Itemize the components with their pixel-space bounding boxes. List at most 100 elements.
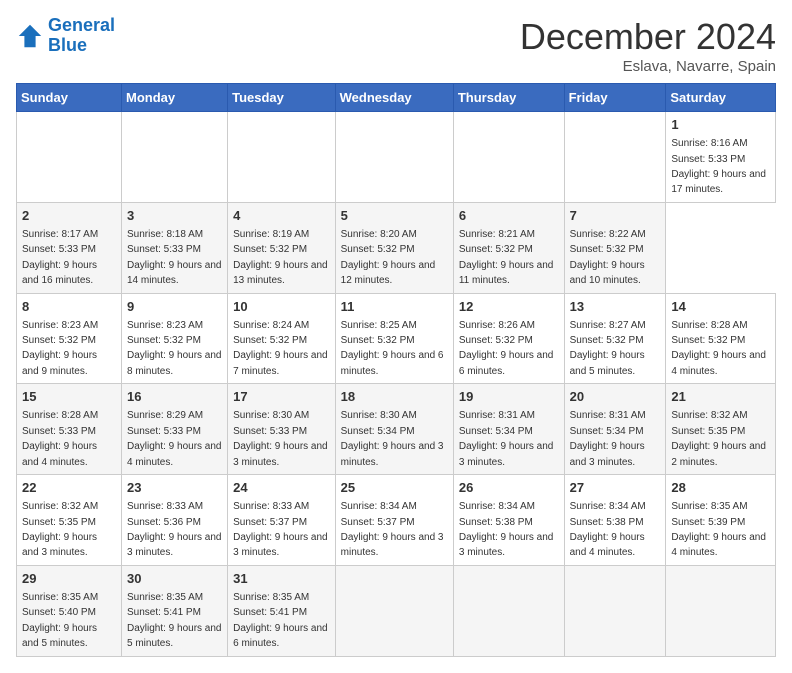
calendar-day-cell: 7Sunrise: 8:22 AMSunset: 5:32 PMDaylight…: [564, 202, 666, 293]
calendar-week-row: 8 Sunrise: 8:23 AMSunset: 5:32 PMDaylight…: [17, 293, 776, 384]
day-info: Sunrise: 8:35 AMSunset: 5:40 PMDaylight:…: [22, 592, 98, 649]
calendar-day-cell: 2Sunrise: 8:17 AMSunset: 5:33 PMDaylight…: [17, 202, 122, 293]
col-thursday: Thursday: [453, 84, 564, 112]
day-number: 13: [570, 298, 661, 316]
day-number: 12: [459, 298, 559, 316]
day-number: 15: [22, 388, 116, 406]
day-info: Sunrise: 8:30 AMSunset: 5:33 PMDaylight:…: [233, 410, 328, 467]
day-info: Sunrise: 8:34 AMSunset: 5:38 PMDaylight:…: [459, 501, 554, 558]
calendar-day-cell: [335, 565, 453, 656]
calendar-day-cell: [228, 112, 336, 203]
day-info: Sunrise: 8:33 AMSunset: 5:36 PMDaylight:…: [127, 501, 222, 558]
logo: General Blue: [16, 16, 115, 56]
col-sunday: Sunday: [17, 84, 122, 112]
calendar-day-cell: 30Sunrise: 8:35 AMSunset: 5:41 PMDayligh…: [121, 565, 227, 656]
day-number: 24: [233, 479, 330, 497]
day-number: 6: [459, 207, 559, 225]
calendar-day-cell: 19Sunrise: 8:31 AMSunset: 5:34 PMDayligh…: [453, 384, 564, 475]
day-info: Sunrise: 8:28 AMSunset: 5:32 PMDaylight:…: [671, 320, 766, 377]
calendar-week-row: 2Sunrise: 8:17 AMSunset: 5:33 PMDaylight…: [17, 202, 776, 293]
day-info: Sunrise: 8:23 AMSunset: 5:32 PMDaylight:…: [127, 320, 222, 377]
calendar-day-cell: 13Sunrise: 8:27 AMSunset: 5:32 PMDayligh…: [564, 293, 666, 384]
calendar-day-cell: 16 Sunrise: 8:29 AMSunset: 5:33 PMDayligh…: [121, 384, 227, 475]
day-info: Sunrise: 8:35 AMSunset: 5:41 PMDaylight:…: [233, 592, 328, 649]
calendar-day-cell: [121, 112, 227, 203]
calendar-day-cell: [17, 112, 122, 203]
col-wednesday: Wednesday: [335, 84, 453, 112]
day-number: 3: [127, 207, 222, 225]
calendar-day-cell: 10 Sunrise: 8:24 AMSunset: 5:32 PMDayligh…: [228, 293, 336, 384]
calendar-day-cell: 4 Sunrise: 8:19 AMSunset: 5:32 PMDaylight…: [228, 202, 336, 293]
col-monday: Monday: [121, 84, 227, 112]
calendar-day-cell: 11 Sunrise: 8:25 AMSunset: 5:32 PMDayligh…: [335, 293, 453, 384]
calendar-day-cell: 12 Sunrise: 8:26 AMSunset: 5:32 PMDayligh…: [453, 293, 564, 384]
calendar-day-cell: 31Sunrise: 8:35 AMSunset: 5:41 PMDayligh…: [228, 565, 336, 656]
day-number: 14: [671, 298, 770, 316]
day-info: Sunrise: 8:19 AMSunset: 5:32 PMDaylight:…: [233, 229, 328, 286]
day-number: 16: [127, 388, 222, 406]
day-info: Sunrise: 8:17 AMSunset: 5:33 PMDaylight:…: [22, 229, 98, 286]
day-number: 26: [459, 479, 559, 497]
day-number: 11: [341, 298, 448, 316]
day-info: Sunrise: 8:31 AMSunset: 5:34 PMDaylight:…: [570, 410, 646, 467]
calendar-week-row: 15 Sunrise: 8:28 AMSunset: 5:33 PMDayligh…: [17, 384, 776, 475]
day-info: Sunrise: 8:33 AMSunset: 5:37 PMDaylight:…: [233, 501, 328, 558]
calendar-day-cell: 29 Sunrise: 8:35 AMSunset: 5:40 PMDayligh…: [17, 565, 122, 656]
calendar-week-row: 1Sunrise: 8:16 AMSunset: 5:33 PMDaylight…: [17, 112, 776, 203]
calendar-day-cell: 9Sunrise: 8:23 AMSunset: 5:32 PMDaylight…: [121, 293, 227, 384]
calendar-day-cell: 3 Sunrise: 8:18 AMSunset: 5:33 PMDaylight…: [121, 202, 227, 293]
day-number: 5: [341, 207, 448, 225]
day-info: Sunrise: 8:28 AMSunset: 5:33 PMDaylight:…: [22, 410, 98, 467]
calendar-day-cell: 18Sunrise: 8:30 AMSunset: 5:34 PMDayligh…: [335, 384, 453, 475]
calendar-day-cell: 22 Sunrise: 8:32 AMSunset: 5:35 PMDayligh…: [17, 475, 122, 566]
day-number: 28: [671, 479, 770, 497]
header-row: Sunday Monday Tuesday Wednesday Thursday…: [17, 84, 776, 112]
day-info: Sunrise: 8:30 AMSunset: 5:34 PMDaylight:…: [341, 410, 444, 467]
col-tuesday: Tuesday: [228, 84, 336, 112]
day-number: 17: [233, 388, 330, 406]
calendar-day-cell: 6 Sunrise: 8:21 AMSunset: 5:32 PMDaylight…: [453, 202, 564, 293]
calendar-day-cell: 21 Sunrise: 8:32 AMSunset: 5:35 PMDayligh…: [666, 384, 776, 475]
calendar-day-cell: 17 Sunrise: 8:30 AMSunset: 5:33 PMDayligh…: [228, 384, 336, 475]
day-info: Sunrise: 8:29 AMSunset: 5:33 PMDaylight:…: [127, 410, 222, 467]
calendar-week-row: 29 Sunrise: 8:35 AMSunset: 5:40 PMDayligh…: [17, 565, 776, 656]
day-info: Sunrise: 8:34 AMSunset: 5:37 PMDaylight:…: [341, 501, 444, 558]
day-info: Sunrise: 8:34 AMSunset: 5:38 PMDaylight:…: [570, 501, 646, 558]
calendar-day-cell: 8Sunrise: 8:23 AMSunset: 5:32 PMDaylight…: [17, 293, 122, 384]
day-number: 19: [459, 388, 559, 406]
calendar-day-cell: 25Sunrise: 8:34 AMSunset: 5:37 PMDayligh…: [335, 475, 453, 566]
day-number: 4: [233, 207, 330, 225]
day-info: Sunrise: 8:20 AMSunset: 5:32 PMDaylight:…: [341, 229, 436, 286]
calendar-day-cell: [666, 565, 776, 656]
calendar-day-cell: 1Sunrise: 8:16 AMSunset: 5:33 PMDaylight…: [666, 112, 776, 203]
day-number: 10: [233, 298, 330, 316]
day-info: Sunrise: 8:26 AMSunset: 5:32 PMDaylight:…: [459, 320, 554, 377]
day-info: Sunrise: 8:16 AMSunset: 5:33 PMDaylight:…: [671, 138, 766, 195]
day-number: 8: [22, 298, 116, 316]
day-info: Sunrise: 8:21 AMSunset: 5:32 PMDaylight:…: [459, 229, 554, 286]
logo-icon: [16, 22, 44, 50]
calendar-table: Sunday Monday Tuesday Wednesday Thursday…: [16, 83, 776, 657]
calendar-day-cell: [564, 112, 666, 203]
calendar-day-cell: 15 Sunrise: 8:28 AMSunset: 5:33 PMDayligh…: [17, 384, 122, 475]
day-info: Sunrise: 8:35 AMSunset: 5:41 PMDaylight:…: [127, 592, 222, 649]
day-info: Sunrise: 8:25 AMSunset: 5:32 PMDaylight:…: [341, 320, 444, 377]
day-number: 22: [22, 479, 116, 497]
calendar-week-row: 22 Sunrise: 8:32 AMSunset: 5:35 PMDayligh…: [17, 475, 776, 566]
day-number: 29: [22, 570, 116, 588]
calendar-day-cell: 28 Sunrise: 8:35 AMSunset: 5:39 PMDayligh…: [666, 475, 776, 566]
calendar-day-cell: 26 Sunrise: 8:34 AMSunset: 5:38 PMDayligh…: [453, 475, 564, 566]
page-header: General Blue December 2024 Eslava, Navar…: [16, 16, 776, 75]
calendar-day-cell: 23Sunrise: 8:33 AMSunset: 5:36 PMDayligh…: [121, 475, 227, 566]
day-info: Sunrise: 8:18 AMSunset: 5:33 PMDaylight:…: [127, 229, 222, 286]
calendar-day-cell: 24 Sunrise: 8:33 AMSunset: 5:37 PMDayligh…: [228, 475, 336, 566]
day-info: Sunrise: 8:35 AMSunset: 5:39 PMDaylight:…: [671, 501, 766, 558]
day-info: Sunrise: 8:22 AMSunset: 5:32 PMDaylight:…: [570, 229, 646, 286]
day-info: Sunrise: 8:32 AMSunset: 5:35 PMDaylight:…: [671, 410, 766, 467]
day-info: Sunrise: 8:24 AMSunset: 5:32 PMDaylight:…: [233, 320, 328, 377]
location: Eslava, Navarre, Spain: [520, 58, 776, 75]
day-info: Sunrise: 8:32 AMSunset: 5:35 PMDaylight:…: [22, 501, 98, 558]
day-number: 21: [671, 388, 770, 406]
calendar-day-cell: 27Sunrise: 8:34 AMSunset: 5:38 PMDayligh…: [564, 475, 666, 566]
calendar-day-cell: [453, 565, 564, 656]
